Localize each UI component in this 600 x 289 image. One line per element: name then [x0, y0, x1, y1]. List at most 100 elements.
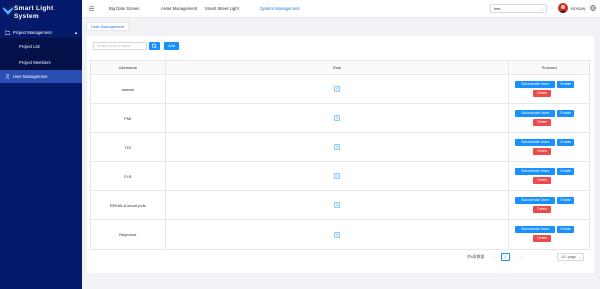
sidebar-item-project-members[interactable]: Project Members [0, 54, 82, 70]
hamburger-icon[interactable] [89, 6, 94, 11]
cell-actions: Subordinate Users Enable Delete [509, 162, 589, 190]
enable-button[interactable]: Enable [557, 197, 575, 204]
avatar[interactable] [558, 3, 568, 13]
cell-username: TDI [91, 133, 166, 161]
subordinate-users-button[interactable]: Subordinate Users [515, 81, 556, 88]
subordinate-users-button[interactable]: Subordinate Users [515, 110, 556, 117]
globe-icon[interactable] [590, 5, 596, 11]
sidebar: Smart Light System Project Management ▲ … [0, 0, 82, 289]
project-select[interactable]: test ⌄ [490, 4, 547, 13]
folder-icon [5, 30, 10, 35]
pagination-next-button[interactable]: › [516, 253, 524, 261]
cell-role: I [166, 220, 510, 249]
cell-username: alanxie [91, 75, 166, 103]
delete-button[interactable]: Delete [533, 235, 552, 242]
column-header-role: Role [166, 61, 510, 74]
avatar-image [559, 5, 567, 13]
logo-icon [3, 7, 13, 15]
page-size-value: 10 / page [561, 255, 576, 259]
menu-group-project-management: Project Management ▲ Project List Projec… [0, 26, 82, 70]
sidebar-item-label: Project Members [19, 59, 51, 65]
sidebar-item-project-management[interactable]: Project Management ▲ [0, 26, 82, 38]
submenu: Project List Project Members [0, 38, 82, 70]
nav-asset-management[interactable]: Asset Management [161, 6, 197, 11]
pagination: 共6条数据 ‹ 1 › 10 / page ⌄ [87, 252, 594, 264]
delete-button[interactable]: Delete [533, 119, 552, 126]
chevron-down-icon: ⌄ [577, 255, 581, 259]
tab-strip: User Management [82, 18, 600, 34]
subordinate-users-button[interactable]: Subordinate Users [515, 226, 556, 233]
app-title-line1: Smart Light [14, 5, 54, 12]
delete-button[interactable]: Delete [533, 148, 552, 155]
chevron-down-icon: ⌄ [540, 6, 544, 11]
app-title: Smart Light System [14, 5, 53, 21]
user-table: Username Role Proceed alanxie I Subordin… [90, 60, 590, 250]
role-tag[interactable]: I [334, 173, 341, 179]
enable-button[interactable]: Enable [557, 81, 575, 88]
role-tag[interactable]: I [334, 231, 341, 238]
table-row: PMI I Subordinate Users Enable Delete [91, 104, 589, 133]
cell-role: I [166, 191, 510, 219]
sidebar-item-label: Project List [19, 43, 40, 49]
delete-button[interactable]: Delete [533, 177, 552, 184]
tab-user-management[interactable]: User Management [86, 22, 129, 31]
role-tag[interactable]: I [334, 86, 341, 92]
sidebar-item-label: Project Management [13, 29, 52, 35]
role-tag[interactable]: I [334, 115, 341, 121]
nav-big-data-screen[interactable]: Big Date Screen [109, 6, 140, 11]
app-title-line2: System [14, 13, 39, 20]
nav-system-management[interactable]: System Management [260, 6, 300, 11]
content-panel: Please enter a name Add Username Role Pr… [87, 36, 594, 273]
pagination-prev-button[interactable]: ‹ [490, 253, 498, 261]
project-select-value: test [494, 6, 501, 11]
subordinate-users-button[interactable]: Subordinate Users [515, 168, 556, 175]
table-row: REMALA smart pole I Subordinate Users En… [91, 191, 589, 220]
table-header: Username Role Proceed [91, 61, 589, 75]
cell-actions: Subordinate Users Enable Delete [509, 220, 589, 249]
search-icon [151, 43, 157, 49]
sidebar-item-project-list[interactable]: Project List [0, 38, 82, 54]
search-button[interactable] [149, 42, 160, 50]
role-tag[interactable]: I [334, 144, 341, 150]
table-row: alanxie I Subordinate Users Enable Delet… [91, 75, 589, 104]
enable-button[interactable]: Enable [557, 110, 575, 117]
subordinate-users-button[interactable]: Subordinate Users [515, 197, 556, 204]
chevron-up-icon: ▲ [74, 30, 78, 35]
table-row: FLR I Subordinate Users Enable Delete [91, 162, 589, 191]
table-row: Raymond I Subordinate Users Enable Delet… [91, 220, 589, 249]
user-icon [5, 74, 10, 79]
enable-button[interactable]: Enable [557, 168, 575, 175]
search-input[interactable]: Please enter a name [93, 42, 147, 50]
enable-button[interactable]: Enable [557, 139, 575, 146]
column-header-username: Username [91, 61, 166, 74]
cell-actions: Subordinate Users Enable Delete [509, 133, 589, 161]
nav-smart-street-light[interactable]: Smart Street Light [205, 6, 239, 11]
delete-button[interactable]: Delete [533, 90, 552, 97]
cell-username: FLR [91, 162, 166, 190]
cell-username: Raymond [91, 220, 166, 249]
enable-button[interactable]: Enable [557, 226, 575, 233]
sidebar-item-user-management[interactable]: User Management [0, 70, 82, 83]
add-user-button[interactable]: Add [164, 42, 179, 50]
cell-username: PMI [91, 104, 166, 132]
cell-actions: Subordinate Users Enable Delete [509, 75, 589, 103]
pagination-total: 共6条数据 [467, 255, 485, 259]
role-tag[interactable]: I [334, 202, 341, 208]
cell-actions: Subordinate Users Enable Delete [509, 191, 589, 219]
cell-username: REMALA smart pole [91, 191, 166, 219]
column-header-proceed: Proceed [541, 65, 557, 70]
username-label[interactable]: ROSUN [571, 6, 585, 11]
cell-actions: Subordinate Users Enable Delete [509, 104, 589, 132]
logo: Smart Light System [0, 0, 82, 26]
cell-role: I [166, 75, 510, 103]
page-size-select[interactable]: 10 / page ⌄ [557, 253, 584, 261]
delete-button[interactable]: Delete [533, 206, 552, 213]
table-row: TDI I Subordinate Users Enable Delete [91, 133, 589, 162]
sidebar-item-label: User Management [13, 74, 48, 79]
cell-role: I [166, 104, 510, 132]
cell-role: I [166, 133, 510, 161]
top-header: Big Date Screen Asset Management Smart S… [82, 0, 600, 18]
subordinate-users-button[interactable]: Subordinate Users [515, 139, 556, 146]
cell-role: I [166, 162, 510, 190]
pagination-page-1[interactable]: 1 [501, 253, 510, 261]
